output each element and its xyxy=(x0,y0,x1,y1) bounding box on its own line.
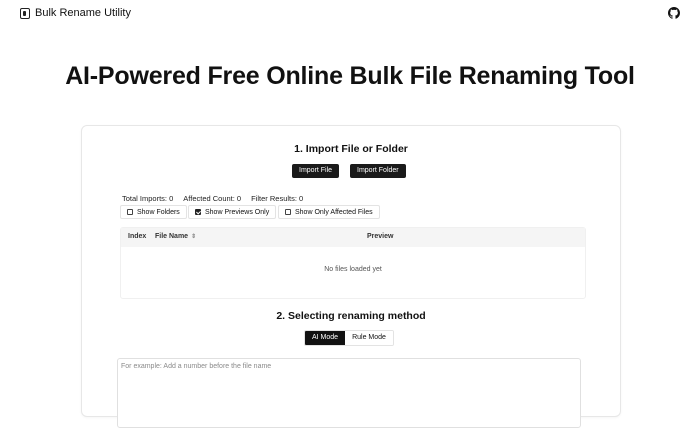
show-previews-only-checkbox[interactable]: Show Previews Only xyxy=(188,205,277,219)
brand-name: Bulk Rename Utility xyxy=(35,7,131,19)
show-only-affected-checkbox[interactable]: Show Only Affected Files xyxy=(278,205,380,219)
top-bar: Bulk Rename Utility xyxy=(0,0,700,28)
github-icon[interactable] xyxy=(668,7,680,19)
empty-state-text: No files loaded yet xyxy=(324,266,382,273)
file-rename-icon xyxy=(20,7,30,19)
brand[interactable]: Bulk Rename Utility xyxy=(20,7,131,19)
import-folder-button[interactable]: Import Folder xyxy=(350,164,406,178)
import-stats: Total Imports: 0 Affected Count: 0 Filte… xyxy=(122,194,303,203)
sort-icon[interactable]: ⇕ xyxy=(191,233,196,240)
file-table: Index File Name ⇕ Preview No files loaded… xyxy=(120,227,586,299)
import-section-title: 1. Import File or Folder xyxy=(294,143,408,155)
column-file-name[interactable]: File Name ⇕ xyxy=(155,233,196,240)
rule-mode-tab[interactable]: Rule Mode xyxy=(345,331,393,345)
rename-prompt-input[interactable] xyxy=(117,358,581,428)
rename-panel: 1. Import File or Folder Import File Imp… xyxy=(81,125,621,428)
column-index: Index xyxy=(128,233,147,240)
show-previews-only-label: Show Previews Only xyxy=(205,208,270,216)
checkbox-unchecked-icon xyxy=(127,209,133,215)
mode-toggle: AI Mode Rule Mode xyxy=(304,330,394,346)
page-title: AI-Powered Free Online Bulk File Renamin… xyxy=(65,62,635,90)
affected-count-stat: Affected Count: 0 xyxy=(183,194,242,203)
ai-mode-tab[interactable]: AI Mode xyxy=(305,331,346,345)
import-file-button[interactable]: Import File xyxy=(292,164,340,178)
checkbox-unchecked-icon xyxy=(285,209,291,215)
filter-results-stat: Filter Results: 0 xyxy=(251,194,304,203)
column-preview: Preview xyxy=(367,233,394,240)
table-header: Index File Name ⇕ Preview xyxy=(121,228,585,247)
checkbox-checked-icon xyxy=(195,209,201,215)
total-imports-stat: Total Imports: 0 xyxy=(122,194,174,203)
column-file-name-label: File Name xyxy=(155,233,189,240)
method-section-title: 2. Selecting renaming method xyxy=(276,310,426,322)
show-folders-label: Show Folders xyxy=(137,208,180,216)
show-only-affected-label: Show Only Affected Files xyxy=(295,208,373,216)
show-folders-checkbox[interactable]: Show Folders xyxy=(120,205,187,219)
